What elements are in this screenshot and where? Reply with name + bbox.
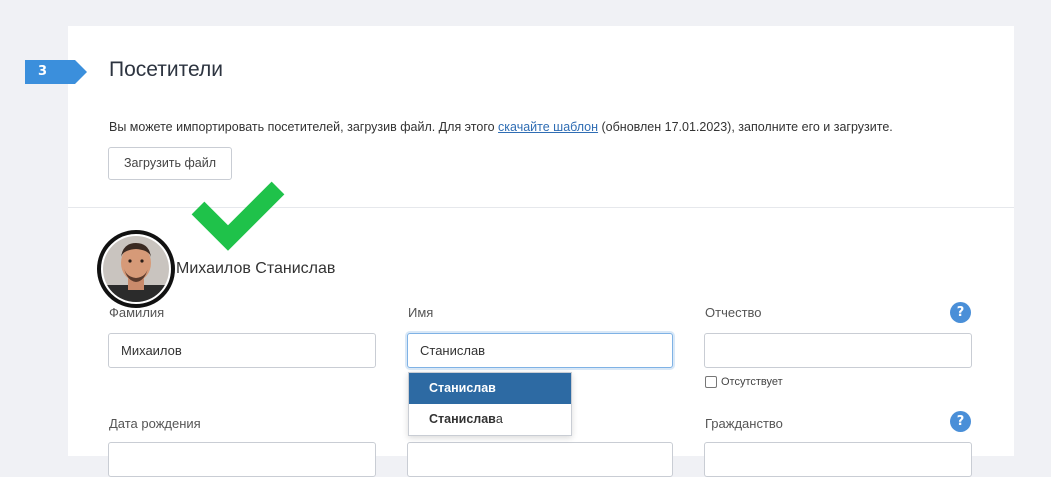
citizenship-help-icon[interactable]: ? xyxy=(950,411,971,432)
import-text-after: (обновлен 17.01.2023), заполните его и з… xyxy=(598,120,893,134)
middle-row-input[interactable] xyxy=(407,442,673,477)
first-name-label: Имя xyxy=(408,305,434,320)
autocomplete-option[interactable]: Станислава xyxy=(409,404,571,435)
download-template-link[interactable]: скачайте шаблон xyxy=(498,120,598,134)
autocomplete-rest: а xyxy=(495,412,503,426)
section-title: Посетители xyxy=(109,58,223,81)
name-autocomplete-dropdown: Станислав Станислава xyxy=(408,372,572,436)
verified-check-icon xyxy=(191,181,285,251)
citizenship-input[interactable] xyxy=(704,442,972,477)
step-number: 3 xyxy=(38,64,48,79)
patronymic-label: Отчество xyxy=(705,305,762,320)
autocomplete-match: Станислав xyxy=(429,412,496,426)
last-name-input[interactable]: Михаилов xyxy=(108,333,376,368)
patronymic-input[interactable] xyxy=(704,333,972,368)
person-name: Михаилов Станислав xyxy=(176,260,336,277)
import-text-before: Вы можете импортировать посетителей, заг… xyxy=(109,120,499,134)
upload-file-button[interactable]: Загрузить файл xyxy=(108,147,232,180)
autocomplete-match: Станислав xyxy=(429,381,496,395)
patronymic-absent-option[interactable]: Отсутствует xyxy=(705,376,783,388)
avatar xyxy=(97,230,175,308)
absent-checkbox[interactable] xyxy=(705,376,717,388)
birth-date-label: Дата рождения xyxy=(109,416,201,431)
citizenship-label: Гражданство xyxy=(705,416,783,431)
step-badge: 3 xyxy=(25,60,87,84)
birth-date-input[interactable] xyxy=(108,442,376,477)
patronymic-help-icon[interactable]: ? xyxy=(950,302,971,323)
autocomplete-option[interactable]: Станислав xyxy=(409,373,571,404)
last-name-label: Фамилия xyxy=(109,305,165,320)
first-name-input[interactable]: Станислав xyxy=(407,333,673,368)
import-instructions: Вы можете импортировать посетителей, заг… xyxy=(109,120,893,134)
absent-label: Отсутствует xyxy=(721,376,783,388)
